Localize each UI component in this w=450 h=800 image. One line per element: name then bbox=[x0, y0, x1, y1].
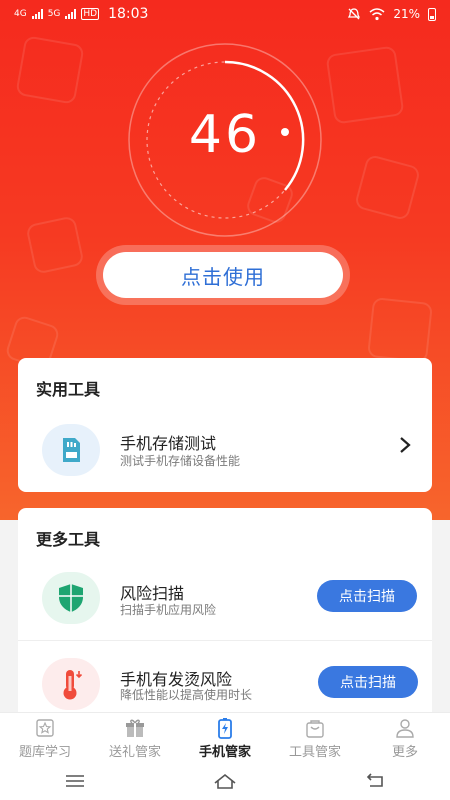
tab-more[interactable]: 更多 bbox=[360, 713, 450, 762]
battery-icon bbox=[428, 7, 436, 21]
battery-bolt-icon bbox=[218, 718, 232, 739]
shield-icon bbox=[42, 572, 100, 624]
status-left: 4G 5G HD 18:03 bbox=[14, 6, 148, 22]
menu-icon[interactable] bbox=[62, 771, 88, 791]
decorative-square bbox=[15, 35, 85, 105]
system-navigation-bar bbox=[0, 762, 450, 800]
network-label: 4G bbox=[14, 9, 27, 19]
item-description: 测试手机存储设备性能 bbox=[120, 454, 241, 468]
tab-question-bank[interactable]: 题库学习 bbox=[0, 713, 90, 762]
decorative-square bbox=[353, 153, 422, 222]
decorative-square bbox=[367, 297, 433, 363]
section-title: 实用工具 bbox=[36, 380, 101, 399]
decorative-square bbox=[25, 215, 85, 275]
bottom-tab-bar: 题库学习 送礼管家 手机管家 工具管家 更多 bbox=[0, 712, 450, 762]
tab-phone-manager[interactable]: 手机管家 bbox=[180, 713, 270, 762]
signal-icon bbox=[31, 9, 43, 19]
mute-icon bbox=[348, 8, 361, 20]
tab-label: 送礼管家 bbox=[108, 745, 161, 760]
signal-icon bbox=[65, 9, 77, 19]
scan-button[interactable]: 点击扫描 bbox=[317, 580, 417, 612]
sd-card-icon bbox=[42, 424, 100, 476]
thermometer-icon bbox=[42, 658, 100, 710]
item-description: 降低性能以提高使用时长 bbox=[120, 688, 253, 702]
battery-percent: 21% bbox=[393, 7, 420, 21]
tab-label: 工具管家 bbox=[288, 745, 341, 760]
gift-icon bbox=[126, 719, 144, 737]
status-right: 21% bbox=[347, 7, 436, 21]
tab-label: 手机管家 bbox=[198, 745, 251, 760]
tab-label: 题库学习 bbox=[18, 745, 71, 760]
score-value: 46 bbox=[188, 105, 262, 165]
use-button[interactable]: 点击使用 bbox=[103, 252, 343, 298]
network-label: 5G bbox=[47, 9, 61, 19]
tab-tool-manager[interactable]: 工具管家 bbox=[270, 713, 360, 762]
decorative-square bbox=[325, 45, 405, 125]
back-icon[interactable] bbox=[362, 771, 388, 791]
home-icon[interactable] bbox=[212, 771, 238, 791]
wifi-icon bbox=[369, 7, 385, 20]
hd-badge: HD bbox=[81, 8, 100, 20]
user-icon bbox=[396, 719, 414, 738]
item-title: 手机存储测试 bbox=[120, 434, 217, 453]
scan-button[interactable]: 点击扫描 bbox=[318, 666, 418, 698]
section-title: 更多工具 bbox=[36, 530, 101, 549]
tab-gift-manager[interactable]: 送礼管家 bbox=[90, 713, 180, 762]
divider bbox=[18, 640, 432, 641]
item-description: 扫描手机应用风险 bbox=[120, 603, 217, 617]
status-bar: 4G 5G HD 18:03 21% bbox=[0, 0, 450, 28]
star-box-icon bbox=[36, 719, 54, 737]
clock: 18:03 bbox=[108, 6, 149, 22]
tab-label: 更多 bbox=[391, 745, 418, 760]
chevron-right-icon bbox=[400, 437, 411, 453]
bag-icon bbox=[306, 720, 324, 738]
more-tools-card: 更多工具 风险扫描 扫描手机应用风险 点击扫描 手机有发烫风险 降低性能以提高使… bbox=[18, 508, 432, 712]
practical-tools-card: 实用工具 手机存储测试 测试手机存储设备性能 bbox=[18, 358, 432, 492]
